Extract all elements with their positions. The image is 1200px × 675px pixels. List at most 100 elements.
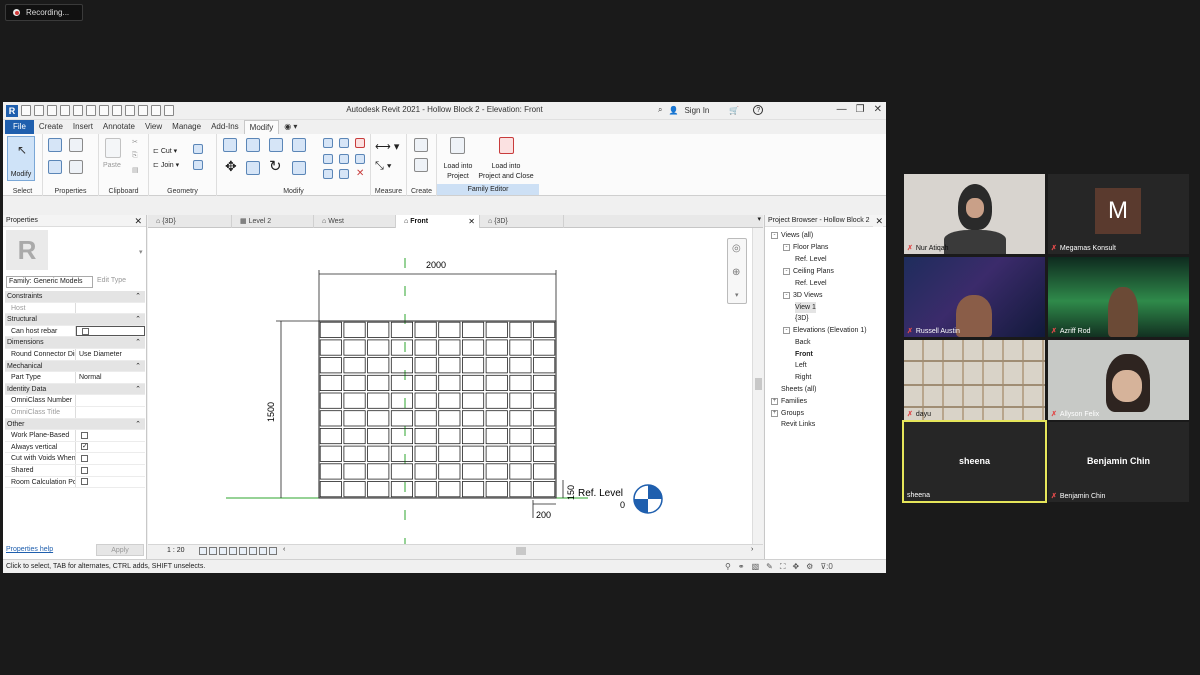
view-tab-front[interactable]: ⌂ Front ✕: [396, 215, 480, 228]
shadows-icon[interactable]: [229, 547, 237, 555]
user-icon[interactable]: 👤: [668, 106, 678, 115]
expand-toggle-icon[interactable]: +: [771, 397, 778, 405]
temporary-hide-icon[interactable]: [259, 547, 267, 555]
browser-item[interactable]: Ref. Level: [795, 278, 827, 289]
collapse-icon[interactable]: ⌃: [135, 384, 141, 395]
tab-file[interactable]: File: [5, 120, 34, 134]
close-icon[interactable]: ✕: [874, 104, 882, 115]
trim-multiple-icon[interactable]: [339, 169, 349, 179]
property-value[interactable]: Normal: [76, 372, 145, 383]
cut-clipboard-icon[interactable]: ✂: [132, 138, 138, 146]
measure-distance-icon[interactable]: ⟷ ▾: [375, 140, 399, 153]
filter-icon[interactable]: ⊽:0: [820, 560, 833, 573]
property-value[interactable]: [76, 442, 145, 452]
binoculars-icon[interactable]: ⌕: [658, 105, 662, 115]
browser-item[interactable]: - Floor Plans: [783, 242, 828, 253]
scale-icon[interactable]: [339, 154, 349, 164]
property-value[interactable]: [76, 430, 145, 441]
property-value[interactable]: [76, 453, 145, 464]
browser-item[interactable]: Front: [795, 349, 813, 360]
participant-tile[interactable]: ✗ Nur Atiqah: [904, 174, 1045, 254]
sun-path-icon[interactable]: [219, 547, 227, 555]
split-face-icon[interactable]: [193, 144, 203, 154]
align-icon[interactable]: [223, 138, 237, 152]
property-checkbox[interactable]: [81, 431, 88, 439]
trim-icon[interactable]: [292, 161, 306, 175]
collapse-icon[interactable]: ⌃: [135, 314, 141, 325]
split-gap-icon[interactable]: [339, 138, 349, 148]
property-value[interactable]: [76, 407, 145, 418]
view-tab-west[interactable]: ⌂ West: [314, 215, 396, 228]
create-parts-icon[interactable]: [414, 158, 428, 172]
collapse-icon[interactable]: ⌃: [135, 419, 141, 430]
unpin-icon[interactable]: [355, 138, 365, 148]
participant-tile[interactable]: M ✗ Megamas Konsult: [1048, 174, 1189, 254]
tab-annotate[interactable]: Annotate: [98, 120, 140, 134]
select-pinned-icon[interactable]: ✎: [766, 560, 773, 573]
tab-manage[interactable]: Manage: [167, 120, 206, 134]
scroll-right-icon[interactable]: ›: [751, 546, 753, 553]
family-selector[interactable]: Family: Generic Models: [6, 276, 93, 288]
property-checkbox[interactable]: [81, 478, 88, 486]
property-checkbox[interactable]: [81, 442, 88, 452]
help-icon[interactable]: ?: [753, 105, 764, 115]
type-selector-chevron-icon[interactable]: ▾: [139, 248, 143, 256]
browser-item[interactable]: + Families: [771, 396, 807, 407]
detail-level-icon[interactable]: [199, 547, 207, 555]
load-into-project-and-close-button[interactable]: Load into Project and Close: [475, 137, 537, 181]
paint-icon[interactable]: [193, 160, 203, 170]
visual-style-icon[interactable]: [209, 547, 217, 555]
cart-icon[interactable]: 🛒: [729, 106, 739, 115]
browser-item[interactable]: -3D Views: [783, 290, 822, 301]
select-by-face-icon[interactable]: ⛶: [780, 560, 786, 573]
tab-insert[interactable]: Insert: [68, 120, 98, 134]
join-geometry-button[interactable]: ⊏ Join ▾: [153, 161, 179, 169]
contextual-dropdown[interactable]: ◉ ▾: [279, 120, 302, 134]
property-value[interactable]: [76, 477, 145, 488]
create-similar-icon[interactable]: [414, 138, 428, 152]
participant-tile[interactable]: Benjamin Chin ✗ Benjamin Chin: [1048, 422, 1189, 502]
select-dropdown[interactable]: Select: [3, 188, 42, 195]
navbar-options-icon[interactable]: ▾: [735, 291, 739, 299]
edit-type-button[interactable]: Edit Type: [97, 277, 126, 284]
browser-item[interactable]: Ref. Level: [795, 254, 827, 265]
property-value[interactable]: [76, 465, 145, 476]
collapse-toggle-icon[interactable]: -: [771, 231, 778, 239]
copy-element-icon[interactable]: [246, 161, 260, 175]
minimize-icon[interactable]: —: [837, 104, 847, 115]
scroll-thumb[interactable]: [755, 378, 762, 390]
properties-help-link[interactable]: Properties help: [6, 546, 53, 553]
property-checkbox[interactable]: [81, 454, 88, 462]
browser-item[interactable]: - Elevations (Elevation 1): [783, 325, 867, 336]
steering-wheel-icon[interactable]: ◎: [732, 243, 741, 254]
mirror-axis-icon[interactable]: [269, 138, 283, 152]
browser-item[interactable]: Sheets (all): [771, 384, 816, 395]
property-value[interactable]: [76, 303, 145, 314]
browser-item[interactable]: {3D}: [795, 313, 809, 324]
background-process-icon[interactable]: ⚙: [806, 560, 813, 573]
scroll-left-icon[interactable]: ‹: [283, 546, 291, 555]
tab-create[interactable]: Create: [34, 120, 68, 134]
reveal-hidden-icon[interactable]: [269, 547, 277, 555]
browser-item[interactable]: Revit Links: [771, 419, 815, 430]
browser-item[interactable]: - Views (all): [771, 230, 813, 241]
property-checkbox[interactable]: [81, 466, 88, 474]
move-icon[interactable]: ✥: [225, 158, 237, 175]
participant-tile[interactable]: ✗ dayu: [904, 340, 1045, 420]
vertical-scrollbar[interactable]: [752, 228, 763, 544]
view-tab-level-2[interactable]: ▦ Level 2: [232, 215, 314, 228]
collapse-toggle-icon[interactable]: -: [783, 326, 790, 334]
horizontal-scroll-thumb[interactable]: [516, 547, 526, 555]
pin-icon[interactable]: [355, 154, 365, 164]
modify-button[interactable]: ↖ Modify: [7, 136, 35, 181]
aligned-dimension-icon[interactable]: ⤡ ▾: [375, 160, 391, 173]
view-tab-3d-second[interactable]: ⌂ {3D}: [480, 215, 564, 228]
split-icon[interactable]: [323, 138, 333, 148]
rotate-icon[interactable]: ↻: [269, 157, 282, 175]
view-scale[interactable]: 1 : 20: [167, 547, 185, 554]
match-icon[interactable]: ▤: [132, 166, 139, 174]
participant-tile[interactable]: ✗ Allyson Felix: [1048, 340, 1189, 420]
worksets-icon[interactable]: ⚲: [725, 560, 731, 573]
browser-item[interactable]: Left: [795, 360, 807, 371]
category-icon[interactable]: [69, 138, 83, 152]
